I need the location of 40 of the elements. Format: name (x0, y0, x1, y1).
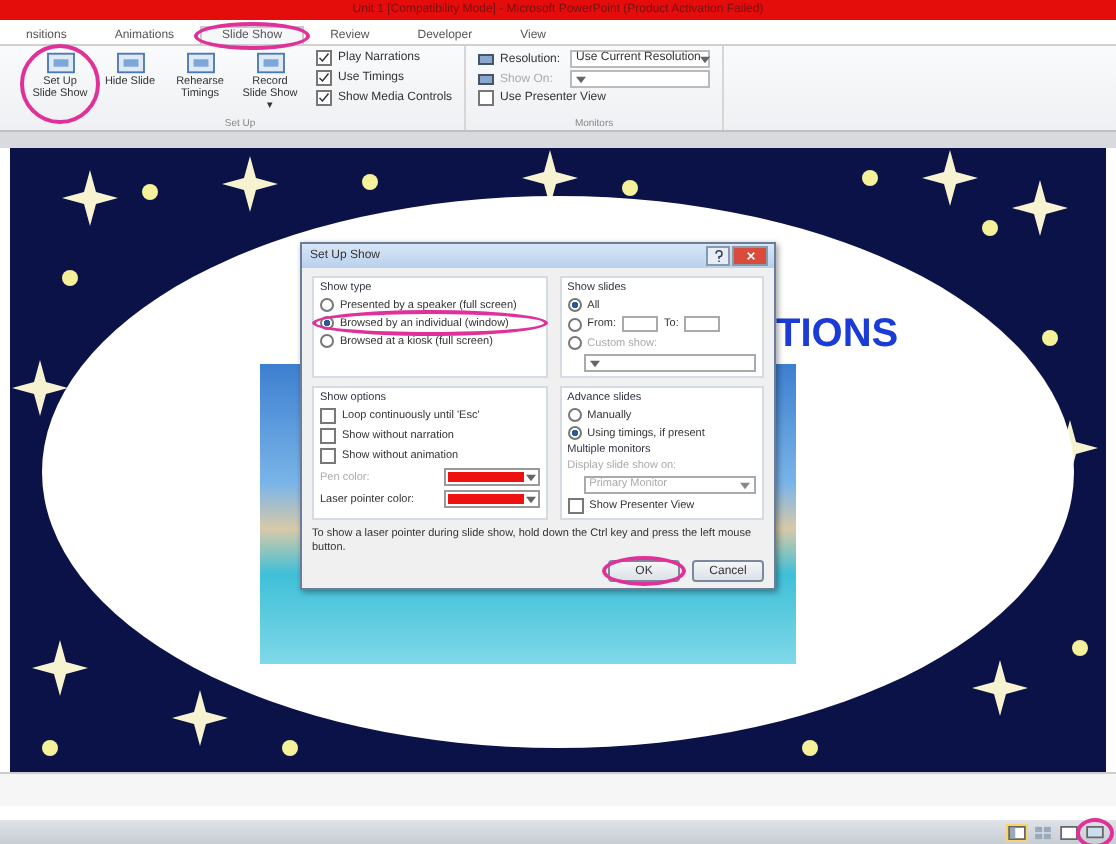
help-icon (713, 250, 723, 262)
checkbox[interactable] (316, 90, 332, 106)
slideshow-icon (1086, 825, 1104, 839)
close-icon (745, 250, 755, 262)
view-button[interactable] (1058, 823, 1080, 841)
checkbox[interactable] (320, 428, 336, 444)
caret-icon (576, 75, 587, 83)
view-button[interactable] (1006, 823, 1028, 841)
radio-button[interactable] (567, 317, 582, 331)
slide-icon (185, 50, 215, 76)
radio-button[interactable] (567, 298, 582, 312)
dropdown[interactable] (583, 354, 756, 372)
checkbox[interactable] (316, 50, 332, 66)
help-button[interactable] (706, 246, 730, 266)
checkbox[interactable] (478, 90, 495, 106)
highlight-circle (1076, 817, 1114, 844)
grid-view-icon (1034, 825, 1052, 839)
checkbox[interactable] (567, 498, 584, 514)
checkbox[interactable] (320, 448, 336, 464)
caret-icon (525, 473, 536, 481)
radio-button[interactable] (567, 408, 582, 422)
number-field[interactable] (684, 316, 721, 332)
slide-icon (255, 50, 285, 76)
caret-icon (700, 55, 711, 63)
radio-button[interactable] (567, 426, 582, 440)
radio-button[interactable] (320, 334, 334, 348)
slide-icon (45, 50, 75, 76)
normal-view-icon (1008, 825, 1026, 839)
highlight-circle (602, 556, 686, 587)
reading-view-icon (1060, 825, 1078, 839)
slide-icon (115, 50, 145, 76)
number-field[interactable] (622, 316, 659, 332)
radio-button[interactable] (320, 298, 334, 312)
caret-icon (739, 481, 750, 489)
checkbox[interactable] (320, 408, 336, 424)
checkbox[interactable] (316, 70, 332, 86)
slide-title: TIONS (776, 312, 899, 358)
caret-icon (525, 495, 536, 503)
highlight-circle (20, 44, 100, 124)
color-picker[interactable] (443, 490, 540, 508)
